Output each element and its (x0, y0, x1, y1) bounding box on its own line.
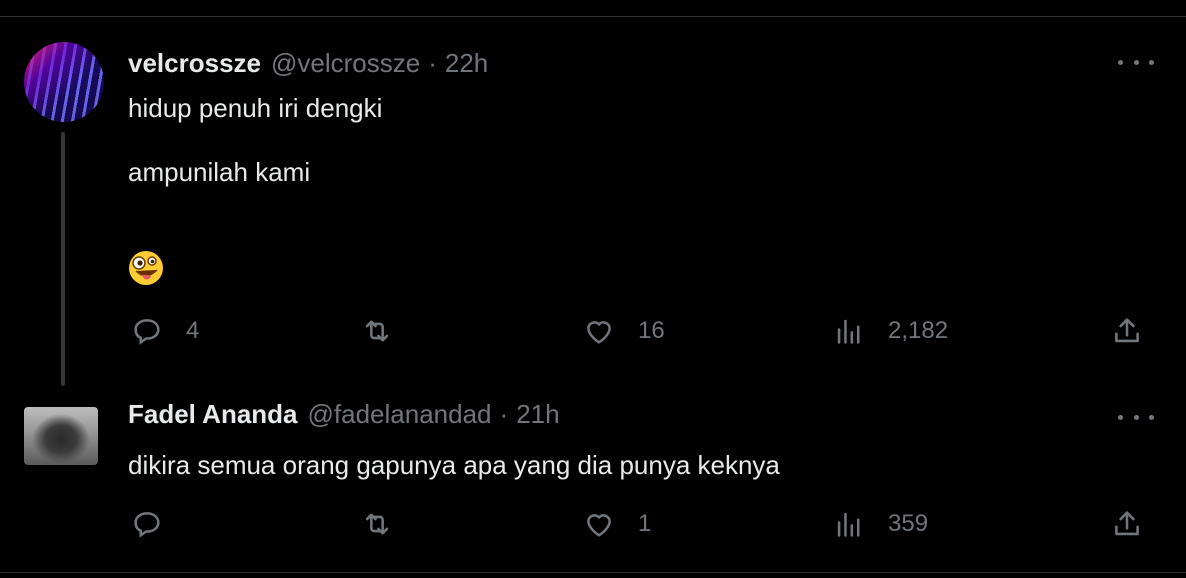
tweet-text: dikira semua orang gapunya apa yang dia … (128, 450, 780, 480)
more-options-button[interactable] (1118, 52, 1154, 72)
tweet-actions: 1 359 (0, 507, 1186, 543)
timestamp[interactable]: 21h (516, 399, 559, 430)
tweet-header: Fadel Ananda @fadelanandad · 21h (128, 399, 560, 430)
reply-button[interactable] (130, 507, 186, 541)
avatar[interactable] (24, 407, 98, 465)
bottom-divider (0, 572, 1186, 573)
upload-share-icon (1115, 318, 1139, 343)
like-button[interactable]: 1 (582, 507, 651, 541)
timestamp[interactable]: 22h (445, 48, 488, 79)
reply-count: 4 (186, 317, 200, 344)
speech-bubble-icon (134, 512, 160, 538)
views-button[interactable]: 359 (832, 507, 928, 541)
share-button[interactable] (1110, 314, 1144, 348)
heart-icon (587, 321, 611, 344)
speech-bubble-icon (134, 319, 160, 345)
ellipsis-icon (1118, 414, 1123, 420)
like-count: 1 (638, 510, 652, 537)
tweet-fadel-ananda[interactable]: Fadel Ananda @fadelanandad · 21h dikira … (0, 395, 1186, 565)
retweet-arrows-icon (365, 320, 389, 342)
more-options-button[interactable] (1118, 407, 1154, 427)
tweet-actions: 4 16 2,182 (0, 314, 1186, 350)
separator-dot: · (428, 48, 437, 78)
user-handle[interactable]: @fadelanandad (308, 399, 492, 430)
display-name[interactable]: velcrossze (128, 48, 261, 79)
zany-face-icon (129, 251, 163, 285)
top-divider (0, 16, 1186, 17)
separator-dot: · (499, 399, 509, 429)
tweet-text: hidup penuh iri dengki ampunilah kami (128, 93, 383, 187)
bar-chart-icon (837, 319, 860, 344)
retweet-arrows-icon (365, 513, 389, 535)
tweet-header: velcrossze @velcrossze · 22h (128, 48, 488, 79)
views-button[interactable]: 2,182 (832, 314, 948, 348)
reply-button[interactable]: 4 (130, 314, 199, 348)
user-handle[interactable]: @velcrossze (271, 48, 420, 79)
upload-share-icon (1115, 511, 1139, 536)
ellipsis-icon (1118, 59, 1123, 65)
share-button[interactable] (1110, 507, 1144, 541)
retweet-button[interactable] (360, 507, 416, 541)
tweet-velcrossze[interactable]: velcrossze @velcrossze · 22h hidup penuh… (0, 40, 1186, 386)
bar-chart-icon (837, 512, 860, 537)
heart-icon (587, 514, 611, 537)
retweet-button[interactable] (360, 314, 416, 348)
like-button[interactable]: 16 (582, 314, 665, 348)
like-count: 16 (638, 317, 665, 344)
view-count: 359 (888, 510, 929, 537)
display-name[interactable]: Fadel Ananda (128, 399, 298, 430)
view-count: 2,182 (888, 317, 949, 344)
avatar[interactable] (24, 42, 104, 122)
